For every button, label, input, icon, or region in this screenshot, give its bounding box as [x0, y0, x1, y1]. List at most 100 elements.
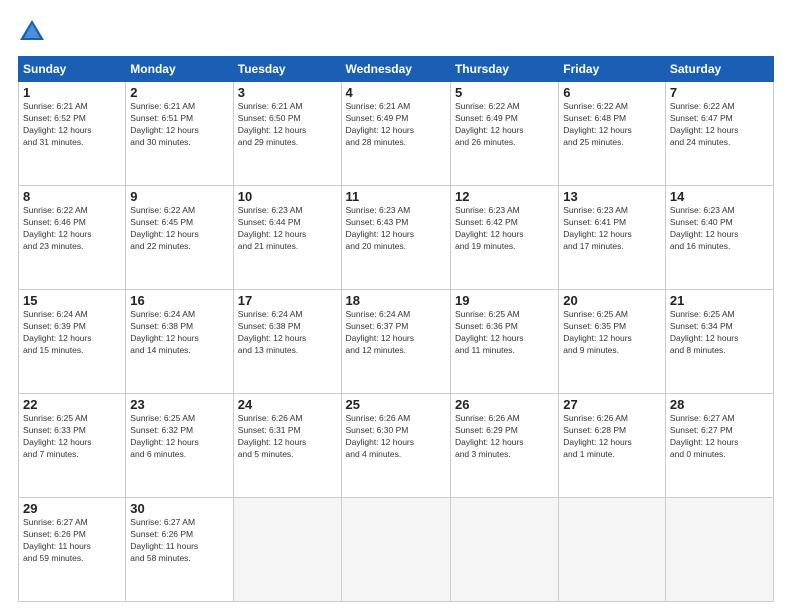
calendar-day-11: 11Sunrise: 6:23 AM Sunset: 6:43 PM Dayli…	[341, 186, 450, 290]
day-info: Sunrise: 6:27 AM Sunset: 6:26 PM Dayligh…	[23, 517, 121, 565]
day-info: Sunrise: 6:23 AM Sunset: 6:41 PM Dayligh…	[563, 205, 661, 253]
calendar-day-25: 25Sunrise: 6:26 AM Sunset: 6:30 PM Dayli…	[341, 394, 450, 498]
calendar-week-4: 22Sunrise: 6:25 AM Sunset: 6:33 PM Dayli…	[19, 394, 774, 498]
col-wednesday: Wednesday	[341, 57, 450, 82]
day-info: Sunrise: 6:26 AM Sunset: 6:28 PM Dayligh…	[563, 413, 661, 461]
day-number: 27	[563, 397, 661, 412]
day-info: Sunrise: 6:26 AM Sunset: 6:30 PM Dayligh…	[346, 413, 446, 461]
day-number: 12	[455, 189, 554, 204]
calendar-day-12: 12Sunrise: 6:23 AM Sunset: 6:42 PM Dayli…	[450, 186, 558, 290]
day-number: 9	[130, 189, 228, 204]
day-number: 2	[130, 85, 228, 100]
calendar-day-23: 23Sunrise: 6:25 AM Sunset: 6:32 PM Dayli…	[126, 394, 233, 498]
calendar-day-15: 15Sunrise: 6:24 AM Sunset: 6:39 PM Dayli…	[19, 290, 126, 394]
day-info: Sunrise: 6:22 AM Sunset: 6:45 PM Dayligh…	[130, 205, 228, 253]
day-info: Sunrise: 6:25 AM Sunset: 6:36 PM Dayligh…	[455, 309, 554, 357]
day-number: 19	[455, 293, 554, 308]
day-number: 23	[130, 397, 228, 412]
day-number: 3	[238, 85, 337, 100]
day-number: 1	[23, 85, 121, 100]
calendar-day-30: 30Sunrise: 6:27 AM Sunset: 6:26 PM Dayli…	[126, 498, 233, 602]
day-number: 21	[670, 293, 769, 308]
day-info: Sunrise: 6:23 AM Sunset: 6:40 PM Dayligh…	[670, 205, 769, 253]
day-info: Sunrise: 6:24 AM Sunset: 6:37 PM Dayligh…	[346, 309, 446, 357]
day-info: Sunrise: 6:23 AM Sunset: 6:42 PM Dayligh…	[455, 205, 554, 253]
header-row: Sunday Monday Tuesday Wednesday Thursday…	[19, 57, 774, 82]
calendar-day-18: 18Sunrise: 6:24 AM Sunset: 6:37 PM Dayli…	[341, 290, 450, 394]
day-info: Sunrise: 6:26 AM Sunset: 6:31 PM Dayligh…	[238, 413, 337, 461]
calendar-day-28: 28Sunrise: 6:27 AM Sunset: 6:27 PM Dayli…	[665, 394, 773, 498]
calendar-day-26: 26Sunrise: 6:26 AM Sunset: 6:29 PM Dayli…	[450, 394, 558, 498]
day-number: 20	[563, 293, 661, 308]
day-number: 11	[346, 189, 446, 204]
col-friday: Friday	[559, 57, 666, 82]
empty-cell	[233, 498, 341, 602]
col-tuesday: Tuesday	[233, 57, 341, 82]
calendar-week-5: 29Sunrise: 6:27 AM Sunset: 6:26 PM Dayli…	[19, 498, 774, 602]
day-info: Sunrise: 6:22 AM Sunset: 6:46 PM Dayligh…	[23, 205, 121, 253]
day-info: Sunrise: 6:21 AM Sunset: 6:50 PM Dayligh…	[238, 101, 337, 149]
day-info: Sunrise: 6:24 AM Sunset: 6:38 PM Dayligh…	[130, 309, 228, 357]
calendar-day-20: 20Sunrise: 6:25 AM Sunset: 6:35 PM Dayli…	[559, 290, 666, 394]
calendar-week-2: 8Sunrise: 6:22 AM Sunset: 6:46 PM Daylig…	[19, 186, 774, 290]
calendar-day-6: 6Sunrise: 6:22 AM Sunset: 6:48 PM Daylig…	[559, 82, 666, 186]
calendar-day-27: 27Sunrise: 6:26 AM Sunset: 6:28 PM Dayli…	[559, 394, 666, 498]
empty-cell	[665, 498, 773, 602]
calendar-day-17: 17Sunrise: 6:24 AM Sunset: 6:38 PM Dayli…	[233, 290, 341, 394]
day-number: 28	[670, 397, 769, 412]
day-number: 6	[563, 85, 661, 100]
day-info: Sunrise: 6:24 AM Sunset: 6:38 PM Dayligh…	[238, 309, 337, 357]
day-number: 30	[130, 501, 228, 516]
calendar-day-24: 24Sunrise: 6:26 AM Sunset: 6:31 PM Dayli…	[233, 394, 341, 498]
day-number: 16	[130, 293, 228, 308]
col-monday: Monday	[126, 57, 233, 82]
calendar-day-29: 29Sunrise: 6:27 AM Sunset: 6:26 PM Dayli…	[19, 498, 126, 602]
calendar-day-3: 3Sunrise: 6:21 AM Sunset: 6:50 PM Daylig…	[233, 82, 341, 186]
day-number: 25	[346, 397, 446, 412]
day-number: 7	[670, 85, 769, 100]
calendar-day-8: 8Sunrise: 6:22 AM Sunset: 6:46 PM Daylig…	[19, 186, 126, 290]
day-info: Sunrise: 6:23 AM Sunset: 6:43 PM Dayligh…	[346, 205, 446, 253]
empty-cell	[341, 498, 450, 602]
day-info: Sunrise: 6:27 AM Sunset: 6:27 PM Dayligh…	[670, 413, 769, 461]
calendar-day-19: 19Sunrise: 6:25 AM Sunset: 6:36 PM Dayli…	[450, 290, 558, 394]
day-number: 15	[23, 293, 121, 308]
day-info: Sunrise: 6:24 AM Sunset: 6:39 PM Dayligh…	[23, 309, 121, 357]
day-info: Sunrise: 6:25 AM Sunset: 6:33 PM Dayligh…	[23, 413, 121, 461]
calendar-day-1: 1Sunrise: 6:21 AM Sunset: 6:52 PM Daylig…	[19, 82, 126, 186]
logo-icon	[18, 18, 46, 46]
day-number: 4	[346, 85, 446, 100]
col-sunday: Sunday	[19, 57, 126, 82]
day-number: 18	[346, 293, 446, 308]
empty-cell	[450, 498, 558, 602]
day-info: Sunrise: 6:21 AM Sunset: 6:49 PM Dayligh…	[346, 101, 446, 149]
col-thursday: Thursday	[450, 57, 558, 82]
day-number: 24	[238, 397, 337, 412]
calendar-week-1: 1Sunrise: 6:21 AM Sunset: 6:52 PM Daylig…	[19, 82, 774, 186]
calendar-day-21: 21Sunrise: 6:25 AM Sunset: 6:34 PM Dayli…	[665, 290, 773, 394]
day-info: Sunrise: 6:22 AM Sunset: 6:49 PM Dayligh…	[455, 101, 554, 149]
calendar-week-3: 15Sunrise: 6:24 AM Sunset: 6:39 PM Dayli…	[19, 290, 774, 394]
calendar-day-9: 9Sunrise: 6:22 AM Sunset: 6:45 PM Daylig…	[126, 186, 233, 290]
calendar-table: Sunday Monday Tuesday Wednesday Thursday…	[18, 56, 774, 602]
day-info: Sunrise: 6:26 AM Sunset: 6:29 PM Dayligh…	[455, 413, 554, 461]
day-info: Sunrise: 6:21 AM Sunset: 6:52 PM Dayligh…	[23, 101, 121, 149]
col-saturday: Saturday	[665, 57, 773, 82]
day-info: Sunrise: 6:22 AM Sunset: 6:47 PM Dayligh…	[670, 101, 769, 149]
calendar-day-22: 22Sunrise: 6:25 AM Sunset: 6:33 PM Dayli…	[19, 394, 126, 498]
calendar-day-2: 2Sunrise: 6:21 AM Sunset: 6:51 PM Daylig…	[126, 82, 233, 186]
day-info: Sunrise: 6:27 AM Sunset: 6:26 PM Dayligh…	[130, 517, 228, 565]
calendar-day-10: 10Sunrise: 6:23 AM Sunset: 6:44 PM Dayli…	[233, 186, 341, 290]
day-info: Sunrise: 6:22 AM Sunset: 6:48 PM Dayligh…	[563, 101, 661, 149]
day-info: Sunrise: 6:25 AM Sunset: 6:35 PM Dayligh…	[563, 309, 661, 357]
day-number: 17	[238, 293, 337, 308]
calendar-day-7: 7Sunrise: 6:22 AM Sunset: 6:47 PM Daylig…	[665, 82, 773, 186]
header	[18, 18, 774, 46]
day-number: 13	[563, 189, 661, 204]
calendar-day-5: 5Sunrise: 6:22 AM Sunset: 6:49 PM Daylig…	[450, 82, 558, 186]
calendar-day-14: 14Sunrise: 6:23 AM Sunset: 6:40 PM Dayli…	[665, 186, 773, 290]
day-number: 5	[455, 85, 554, 100]
day-info: Sunrise: 6:23 AM Sunset: 6:44 PM Dayligh…	[238, 205, 337, 253]
day-number: 29	[23, 501, 121, 516]
calendar-day-16: 16Sunrise: 6:24 AM Sunset: 6:38 PM Dayli…	[126, 290, 233, 394]
